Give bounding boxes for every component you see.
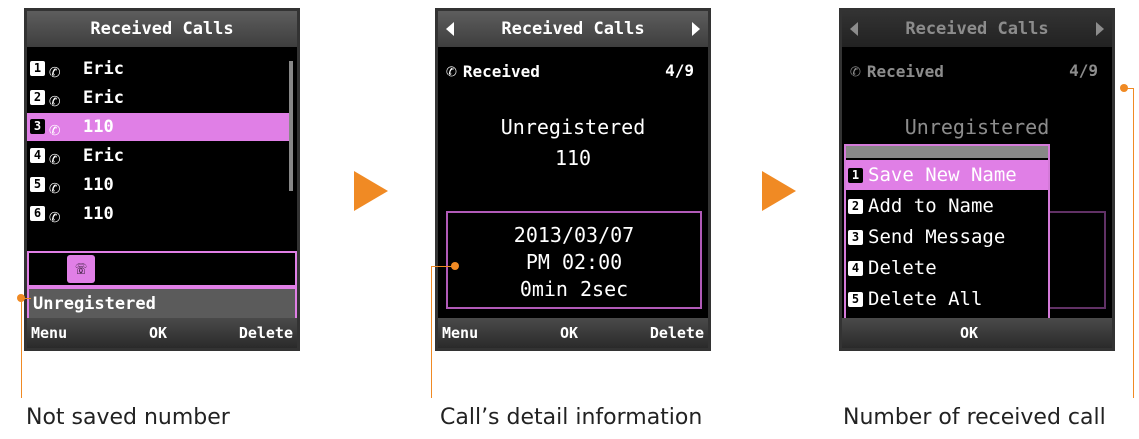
title-text: Received Calls <box>501 19 645 39</box>
call-type-label: Received <box>462 62 540 81</box>
callout-line <box>431 266 453 267</box>
list-item[interactable]: 4 ✆ Eric <box>27 142 289 170</box>
caller-name: 110 <box>83 175 114 195</box>
caller-number: 110 <box>554 146 592 170</box>
screen-title: Received Calls <box>842 11 1112 47</box>
caption-not-saved-number: Not saved number <box>26 405 230 430</box>
delete-softkey[interactable]: Delete <box>650 318 704 348</box>
call-duration: 0min 2sec <box>519 277 629 301</box>
caller-name: Eric <box>83 146 124 166</box>
call-detail-screen: Received Calls ✆ Received 4/9 Unregistere… <box>435 8 711 351</box>
menu-label: Save New Name <box>868 164 1017 186</box>
caption-received-count: Number of received call <box>843 405 1106 430</box>
received-call-icon: ✆ <box>446 61 457 82</box>
softkey-bar: Menu OK Delete <box>27 318 297 348</box>
menu-label: Add to Name <box>868 195 994 217</box>
next-step-arrow-icon <box>354 171 388 211</box>
menu-index: 4 <box>848 261 863 276</box>
list-item[interactable]: 2 ✆ Eric <box>27 84 289 112</box>
next-step-arrow-icon <box>762 171 796 211</box>
received-call-icon: ✆ <box>49 61 61 83</box>
received-call-icon: ✆ <box>49 90 61 112</box>
number-status-bar: Unregistered <box>27 287 297 321</box>
menu-index: 2 <box>848 199 863 214</box>
menu-header <box>846 146 1048 158</box>
delete-softkey[interactable]: Delete <box>239 318 293 348</box>
received-calls-list-screen: Received Calls 1 ✆ Eric 2 ✆ Eric 3 ✆ 110… <box>24 8 300 351</box>
call-counter: 4/9 <box>1069 61 1098 80</box>
call-time: PM 02:00 <box>525 250 623 274</box>
menu-item-send-message[interactable]: 3 Send Message <box>846 222 1048 252</box>
index-badge: 1 <box>30 61 45 76</box>
call-type-label: Received <box>866 62 944 81</box>
softkey-bar: OK <box>842 318 1112 348</box>
menu-index: 3 <box>848 230 863 245</box>
caller-name: 110 <box>83 117 114 137</box>
ok-softkey[interactable]: OK <box>149 318 167 348</box>
index-badge: 6 <box>30 206 45 221</box>
index-badge: 2 <box>30 90 45 105</box>
list-item[interactable]: 6 ✆ 110 <box>27 200 289 228</box>
phone-icon: ☏ <box>67 255 95 283</box>
list-item-selected[interactable]: 3 ✆ 110 <box>27 113 289 141</box>
right-arrow-icon[interactable] <box>1096 22 1104 36</box>
scrollbar[interactable] <box>289 61 293 191</box>
index-badge: 4 <box>30 148 45 163</box>
call-options-screen: Received Calls ✆ Received 4/9 Unregistere… <box>839 8 1115 351</box>
menu-index: 5 <box>848 292 863 307</box>
caller-name: Unregistered <box>500 115 646 139</box>
callout-line <box>431 266 432 398</box>
caption-call-detail: Call’s detail information <box>440 405 703 430</box>
menu-item-delete[interactable]: 4 Delete <box>846 253 1048 283</box>
call-type: ✆ Received <box>850 61 944 82</box>
menu-label: Delete All <box>868 288 983 310</box>
menu-item-save-new-name[interactable]: 1 Save New Name <box>846 160 1048 190</box>
index-badge: 3 <box>30 119 45 134</box>
callout-line <box>1133 88 1134 398</box>
caller-name: Eric <box>83 88 124 108</box>
menu-softkey[interactable]: Menu <box>442 318 478 348</box>
left-arrow-icon[interactable] <box>446 22 454 36</box>
list-item[interactable]: 5 ✆ 110 <box>27 171 289 199</box>
menu-label: Delete <box>868 257 937 279</box>
call-type: ✆ Received <box>446 61 540 82</box>
ok-softkey[interactable]: OK <box>560 318 578 348</box>
list-item[interactable]: 1 ✆ Eric <box>27 55 289 83</box>
received-call-icon: ✆ <box>49 119 61 141</box>
call-detail-box: 2013/03/07 PM 02:00 0min 2sec <box>446 211 702 309</box>
received-call-icon: ✆ <box>49 206 61 228</box>
right-arrow-icon[interactable] <box>692 22 700 36</box>
menu-item-add-to-name[interactable]: 2 Add to Name <box>846 191 1048 221</box>
options-menu: 1 Save New Name 2 Add to Name 3 Send Mes… <box>844 144 1050 322</box>
menu-item-delete-all[interactable]: 5 Delete All <box>846 284 1048 314</box>
menu-softkey[interactable]: Menu <box>31 318 67 348</box>
caller-name: Eric <box>83 59 124 79</box>
caller-name: 110 <box>83 204 114 224</box>
received-call-icon: ✆ <box>850 61 861 82</box>
call-date: 2013/03/07 <box>513 223 635 247</box>
softkey-bar: Menu OK Delete <box>438 318 708 348</box>
callout-line <box>21 298 31 299</box>
left-arrow-icon[interactable] <box>850 22 858 36</box>
received-call-icon: ✆ <box>49 177 61 199</box>
index-badge: 5 <box>30 177 45 192</box>
caller-name: Unregistered <box>904 115 1050 139</box>
title-text: Received Calls <box>905 19 1049 39</box>
menu-label: Send Message <box>868 226 1006 248</box>
menu-index: 1 <box>848 168 863 183</box>
call-counter: 4/9 <box>665 61 694 80</box>
call-preview: ☏ <box>27 251 297 287</box>
callout-line <box>21 298 22 398</box>
screen-title: Received Calls <box>438 11 708 47</box>
screen-title: Received Calls <box>27 11 297 47</box>
ok-softkey[interactable]: OK <box>960 318 978 348</box>
received-call-icon: ✆ <box>49 148 61 170</box>
